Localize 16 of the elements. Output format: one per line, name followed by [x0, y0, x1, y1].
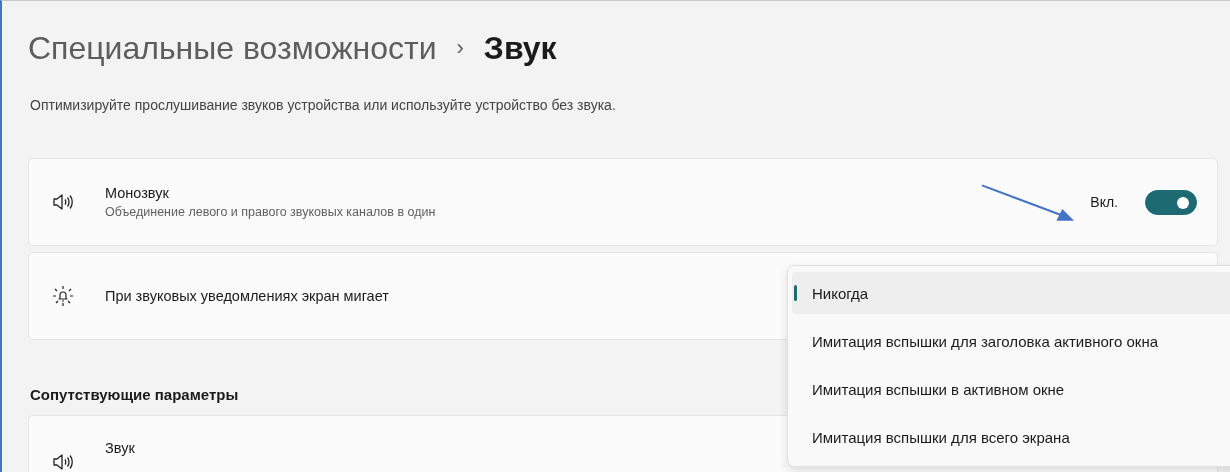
- setting-description: Объединение левого и правого звуковых каналов в один: [105, 205, 436, 219]
- setting-title: Монозвук: [105, 185, 169, 201]
- dropdown-option[interactable]: Никогда: [792, 272, 1230, 314]
- page-description: Оптимизируйте прослушивание звуков устройства или используйте устройство без звука.: [30, 97, 617, 113]
- breadcrumb-link[interactable]: Специальные возможности: [28, 29, 437, 67]
- setting-title: При звуковых уведомлениях экран мигает: [105, 288, 389, 304]
- toggle-state-label: Вкл.: [1090, 194, 1118, 210]
- dropdown-option[interactable]: Имитация вспышки для заголовка активного окна: [792, 320, 1230, 362]
- breadcrumb-separator: ›: [456, 35, 464, 61]
- page-title: Звук: [483, 29, 557, 67]
- setting-title: Звук: [105, 440, 135, 456]
- toggle-switch[interactable]: [1145, 189, 1197, 215]
- dropdown-option[interactable]: Имитация вспышки в активном окне: [792, 368, 1230, 410]
- flashing-bell-icon: [51, 284, 75, 308]
- selection-indicator: [794, 285, 797, 301]
- section-heading: Сопутствующие параметры: [30, 386, 239, 403]
